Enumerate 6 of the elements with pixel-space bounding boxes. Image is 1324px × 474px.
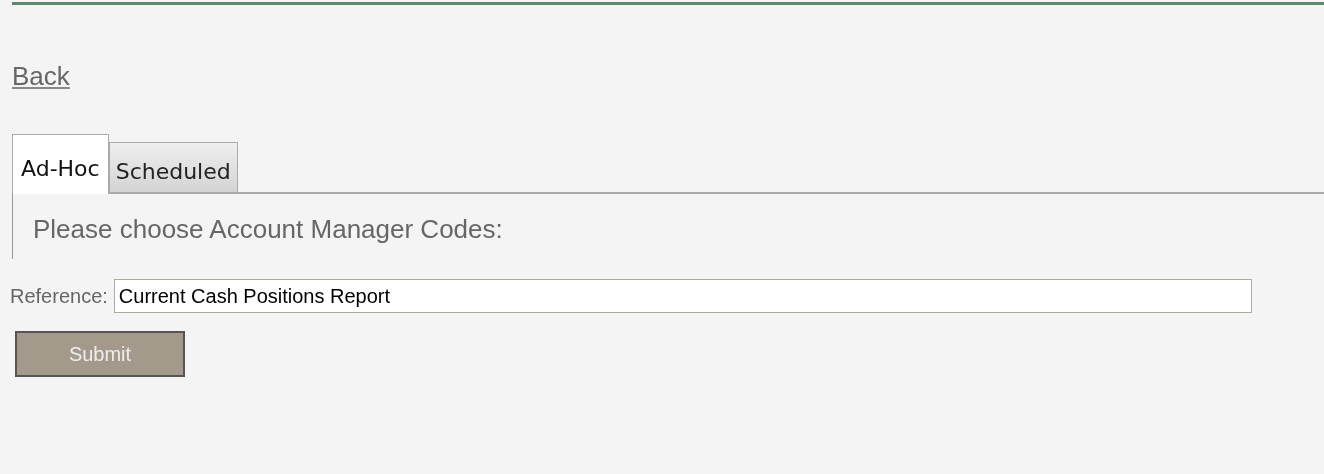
heading: Please choose Account Manager Codes: — [33, 216, 504, 242]
tab[interactable]: Scheduled — [108, 142, 238, 192]
reference-field[interactable]: Current Cash Positions Report — [113, 279, 1252, 313]
back-link[interactable]: Back — [12, 61, 70, 91]
reference-label: Reference: — [10, 284, 108, 309]
tab[interactable]: Ad-Hoc — [12, 134, 109, 194]
